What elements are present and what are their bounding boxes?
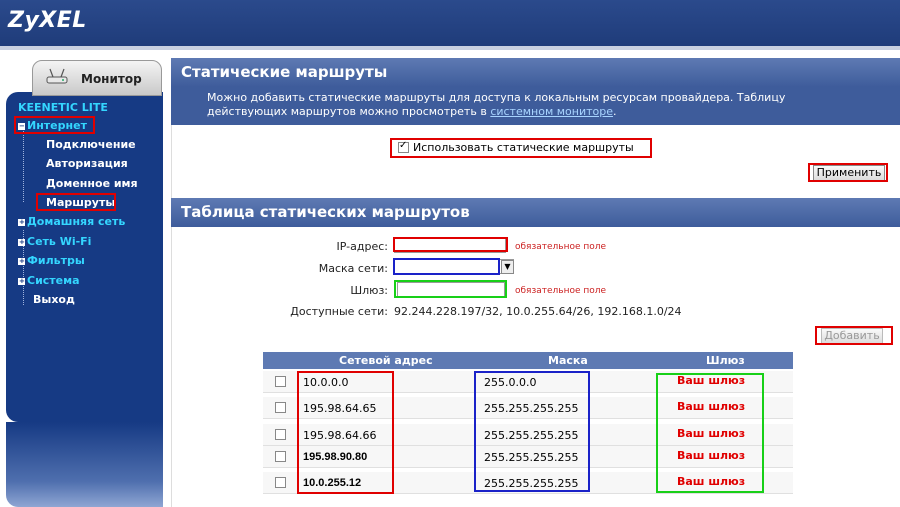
available-networks-value: 92.244.228.197/32, 10.0.255.64/26, 192.1… [394,305,682,318]
highlight-box [297,371,394,494]
highlight-box [656,373,764,493]
sidebar-item-wifi[interactable]: + Сеть Wi-Fi [18,235,91,248]
description-line-1: Можно добавить статические маршруты для … [207,91,786,104]
highlight-box [808,163,888,182]
router-icon [46,68,68,84]
column-gateway: Шлюз [706,354,745,367]
sidebar-item-logout[interactable]: Выход [33,293,75,306]
route-table-title: Таблица статических маршрутов [171,198,900,227]
column-network: Сетевой адрес [339,354,433,367]
highlight-box [393,237,508,252]
monitor-tab-label: Монитор [81,72,142,86]
highlight-box [390,138,652,158]
ip-required-hint: обязательное поле [515,242,607,252]
expand-icon: + [18,238,25,246]
sidebar-item-system[interactable]: + Система [18,274,80,287]
sidebar-item-home-network[interactable]: + Домашняя сеть [18,215,125,228]
ip-address-label: IP-адрес: [336,240,388,253]
highlight-box [394,280,507,298]
description-line-2: действующих маршрутов можно просмотреть … [207,105,617,118]
available-networks-label: Доступные сети: [290,305,388,318]
gateway-required-hint: обязательное поле [515,286,607,296]
highlight-box [474,371,590,492]
system-monitor-link[interactable]: системном мониторе [490,105,613,118]
expand-icon: + [18,218,25,226]
row-checkbox[interactable] [275,477,286,488]
row-checkbox[interactable] [275,402,286,413]
row-checkbox[interactable] [275,451,286,462]
highlight-box [36,193,116,211]
sidebar-item-connection[interactable]: Подключение [46,138,136,151]
expand-icon: + [18,277,25,285]
tree-connector [23,131,24,202]
chevron-down-icon[interactable]: ▼ [501,260,514,274]
expand-icon: + [18,257,25,265]
sidebar-item-domain-name[interactable]: Доменное имя [46,177,138,190]
gateway-label: Шлюз: [350,284,388,297]
sidebar-footer [6,422,163,507]
row-checkbox[interactable] [275,429,286,440]
column-mask: Маска [548,354,588,367]
static-routes-description: Можно добавить статические маршруты для … [171,87,900,125]
highlight-box [393,258,500,275]
top-header: ZyXEL [0,0,900,46]
row-checkbox[interactable] [275,376,286,387]
static-routes-title: Статические маршруты [171,58,900,87]
sidebar-item-filters[interactable]: + Фильтры [18,254,85,267]
highlight-box [14,116,95,134]
zyxel-logo: ZyXEL [8,8,87,33]
monitor-tab[interactable]: Монитор [32,60,162,96]
routes-table-header: Сетевой адрес Маска Шлюз [263,352,793,369]
highlight-box [815,326,893,345]
subnet-mask-label: Маска сети: [318,262,388,275]
model-name: KEENETIC LITE [18,101,108,114]
sidebar: Монитор KEENETIC LITE − Интернет Подключе… [0,50,165,507]
sidebar-item-authorization[interactable]: Авторизация [46,157,128,170]
